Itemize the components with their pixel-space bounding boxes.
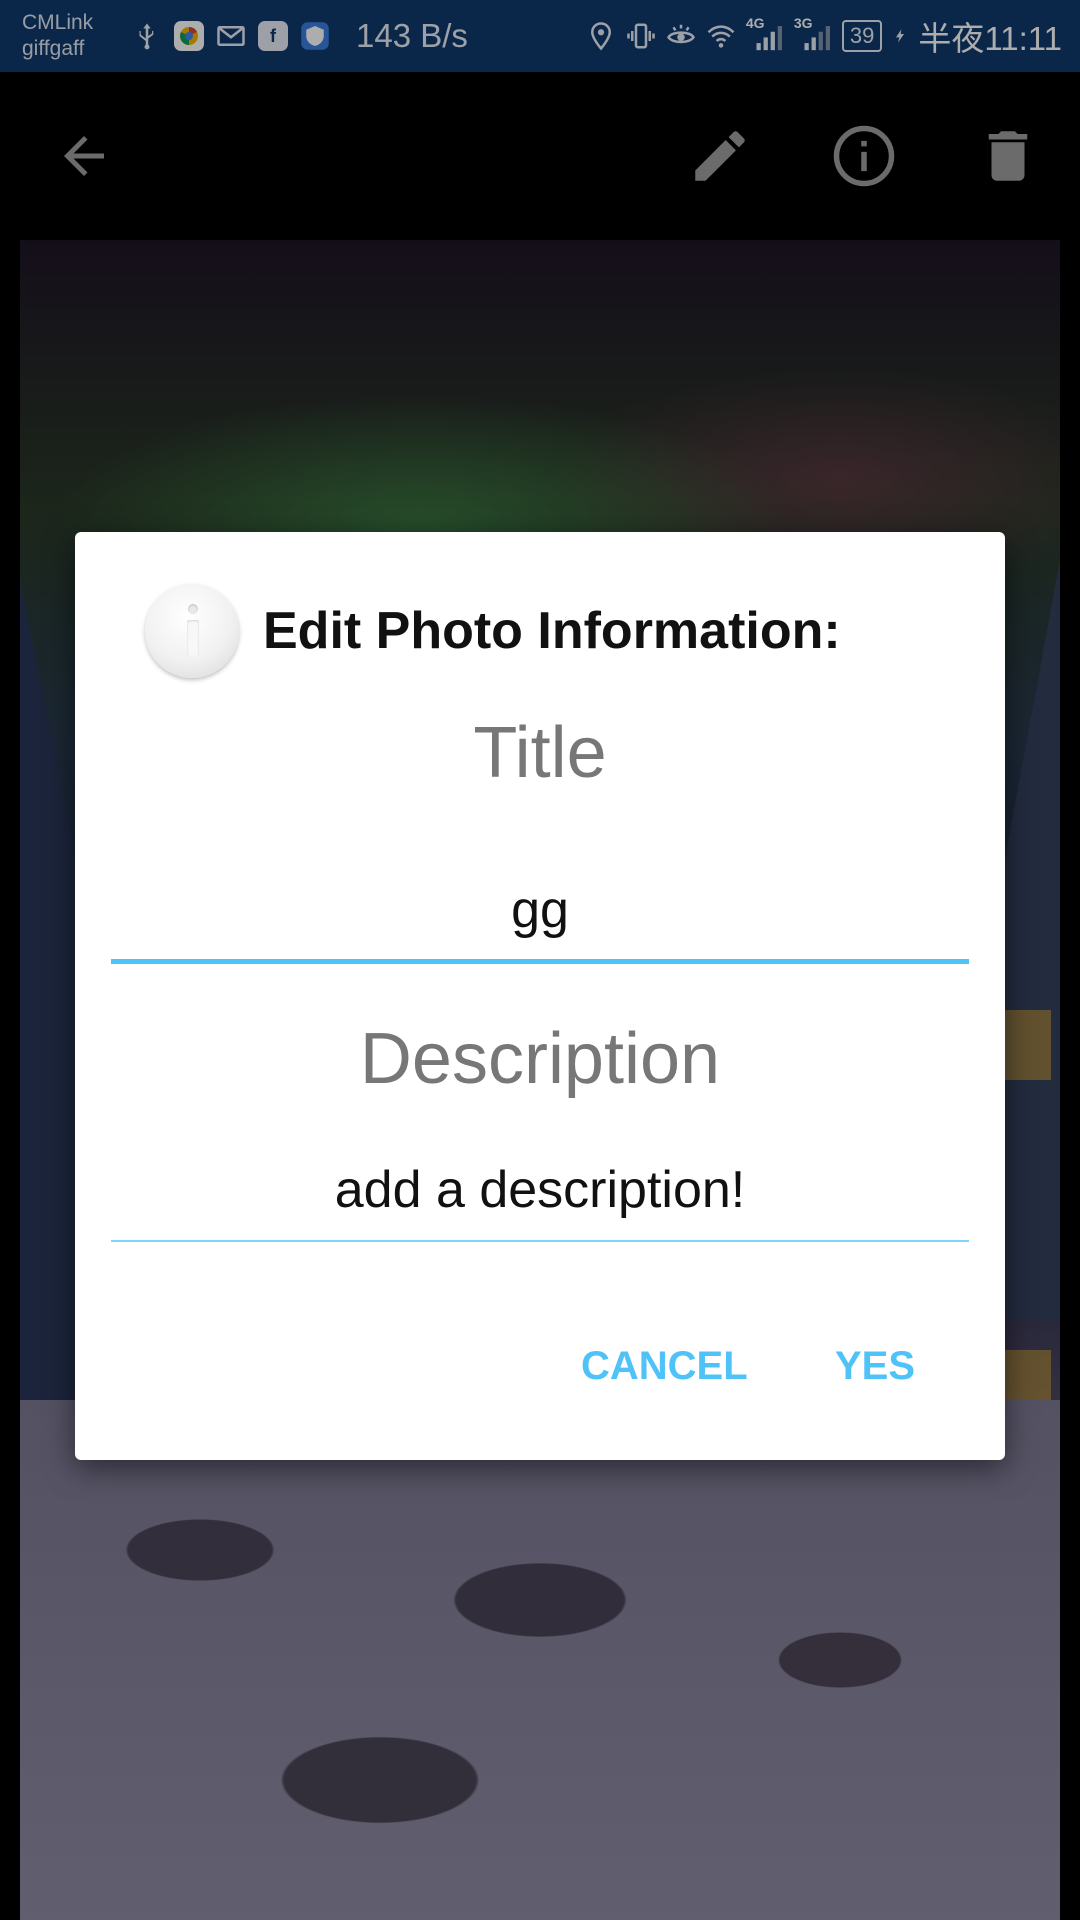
dialog-info-icon [145, 584, 239, 678]
title-input[interactable] [111, 880, 969, 940]
info-dot [188, 604, 198, 614]
edit-photo-dialog: Edit Photo Information: Title Descriptio… [75, 532, 1005, 1460]
cancel-button[interactable]: CANCEL [581, 1344, 748, 1389]
description-label: Description [359, 1019, 721, 1099]
description-input[interactable] [111, 1160, 969, 1220]
yes-button[interactable]: YES [835, 1344, 915, 1389]
description-input-underline [111, 1240, 969, 1242]
dialog-title: Edit Photo Information: [263, 602, 841, 660]
screen: CMLink giffgaff f 143 B/s 4G 3G 39 半夜11:… [0, 0, 1080, 1920]
info-bar [187, 620, 199, 656]
dialog-header: Edit Photo Information: [145, 584, 841, 678]
title-input-underline [111, 959, 969, 964]
title-label: Title [473, 713, 607, 793]
